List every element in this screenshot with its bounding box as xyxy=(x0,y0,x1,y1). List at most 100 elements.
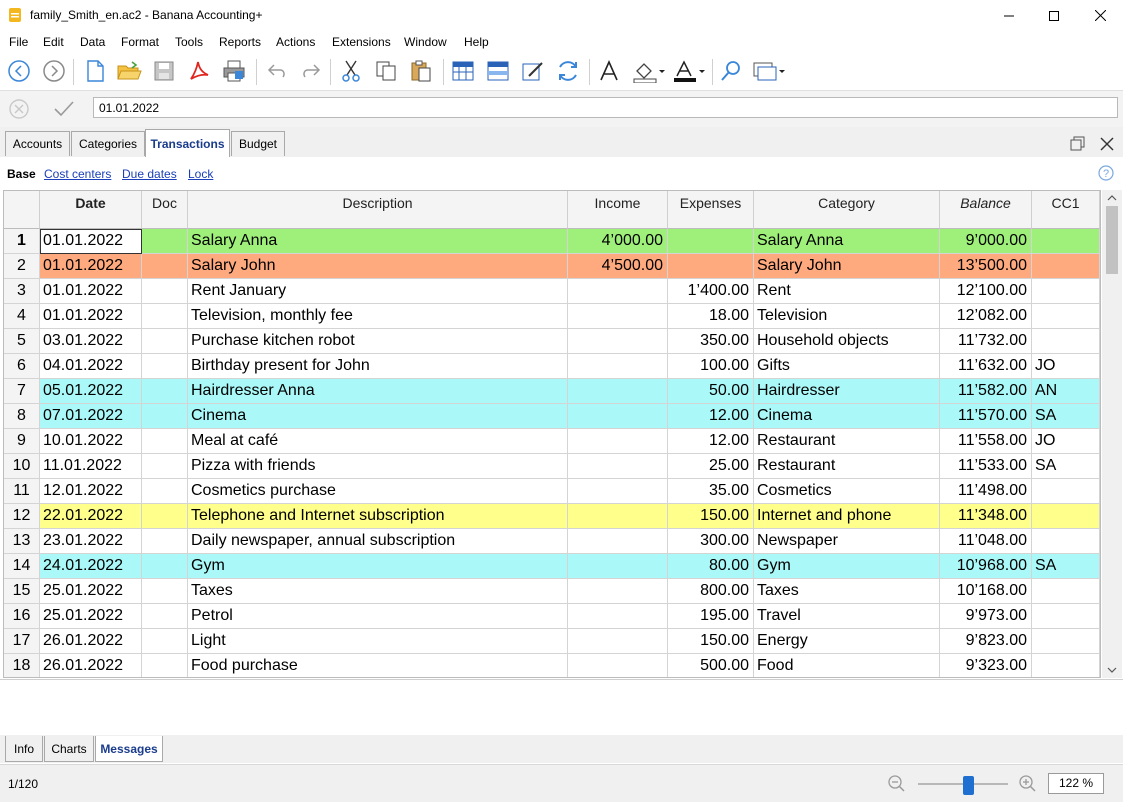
cell-cc1[interactable] xyxy=(1032,654,1100,677)
cell-cc1[interactable] xyxy=(1032,329,1100,354)
view-cost-centers[interactable]: Cost centers xyxy=(44,167,111,181)
cell-doc[interactable] xyxy=(142,454,188,479)
cell-expenses[interactable] xyxy=(668,254,754,279)
cell-balance[interactable]: 11’582.00 xyxy=(940,379,1032,404)
table-row[interactable]: 14 24.01.2022 Gym 80.00 Gym 10’968.00 SA xyxy=(4,554,1100,579)
table-row[interactable]: 5 03.01.2022 Purchase kitchen robot 350.00 H… xyxy=(4,329,1100,354)
maximize-button[interactable] xyxy=(1031,0,1077,31)
cell-expenses[interactable]: 150.00 xyxy=(668,629,754,654)
confirm-edit-button[interactable] xyxy=(52,98,76,120)
cell-doc[interactable] xyxy=(142,529,188,554)
cell-balance[interactable]: 10’168.00 xyxy=(940,579,1032,604)
cell-balance[interactable]: 9’823.00 xyxy=(940,629,1032,654)
table-row[interactable]: 7 05.01.2022 Hairdresser Anna 50.00 Hairdres… xyxy=(4,379,1100,404)
table-row[interactable]: 12 22.01.2022 Telephone and Internet subsc… xyxy=(4,504,1100,529)
tab-info[interactable]: Info xyxy=(5,736,43,762)
zoom-in-icon[interactable] xyxy=(1017,773,1037,793)
cell-balance[interactable]: 9’000.00 xyxy=(940,229,1032,254)
cell-balance[interactable]: 12’100.00 xyxy=(940,279,1032,304)
menu-file[interactable]: File xyxy=(9,35,28,49)
table-row[interactable]: 4 01.01.2022 Television, monthly fee 18.00 T… xyxy=(4,304,1100,329)
cell-description[interactable]: Purchase kitchen robot xyxy=(188,329,568,354)
tab-messages[interactable]: Messages xyxy=(95,736,163,762)
recalculate-icon[interactable] xyxy=(554,57,582,85)
cell-balance[interactable]: 11’558.00 xyxy=(940,429,1032,454)
cell-income[interactable] xyxy=(568,279,668,304)
cell-income[interactable] xyxy=(568,379,668,404)
cell-income[interactable]: 4’500.00 xyxy=(568,254,668,279)
cell-income[interactable] xyxy=(568,354,668,379)
table-row[interactable]: 1 01.01.2022 Salary Anna 4’000.00 Salary Ann… xyxy=(4,229,1100,254)
cell-income[interactable] xyxy=(568,454,668,479)
cell-expenses[interactable]: 18.00 xyxy=(668,304,754,329)
open-folder-icon[interactable] xyxy=(115,57,143,85)
cell-cc1[interactable]: AN xyxy=(1032,379,1100,404)
cell-date[interactable]: 11.01.2022 xyxy=(40,454,142,479)
delete-row-icon[interactable] xyxy=(484,57,512,85)
cell-doc[interactable] xyxy=(142,629,188,654)
cell-doc[interactable] xyxy=(142,479,188,504)
cell-income[interactable] xyxy=(568,654,668,677)
cell-doc[interactable] xyxy=(142,504,188,529)
back-icon[interactable] xyxy=(5,57,33,85)
cell-expenses[interactable]: 500.00 xyxy=(668,654,754,677)
cell-category[interactable]: Gym xyxy=(754,554,940,579)
cell-income[interactable] xyxy=(568,579,668,604)
cell-cc1[interactable] xyxy=(1032,279,1100,304)
cell-expenses[interactable]: 1’400.00 xyxy=(668,279,754,304)
menu-edit[interactable]: Edit xyxy=(43,35,64,49)
close-panel-button[interactable] xyxy=(1099,136,1115,152)
cell-category[interactable]: Rent xyxy=(754,279,940,304)
find-icon[interactable] xyxy=(717,57,745,85)
cell-description[interactable]: Food purchase xyxy=(188,654,568,677)
cell-category[interactable]: Newspaper xyxy=(754,529,940,554)
menu-help[interactable]: Help xyxy=(464,35,489,49)
restore-panel-button[interactable] xyxy=(1070,136,1086,152)
insert-row-icon[interactable] xyxy=(449,57,477,85)
menu-data[interactable]: Data xyxy=(80,35,105,49)
cell-income[interactable] xyxy=(568,504,668,529)
cell-doc[interactable] xyxy=(142,329,188,354)
cell-cc1[interactable] xyxy=(1032,529,1100,554)
help-button[interactable]: ? xyxy=(1098,165,1114,181)
tab-budget[interactable]: Budget xyxy=(231,131,285,156)
cell-category[interactable]: Internet and phone xyxy=(754,504,940,529)
cell-description[interactable]: Taxes xyxy=(188,579,568,604)
menu-format[interactable]: Format xyxy=(121,35,159,49)
fill-color-icon[interactable] xyxy=(630,57,668,85)
column-header-description[interactable]: Description xyxy=(188,191,568,229)
table-row[interactable]: 10 11.01.2022 Pizza with friends 25.00 Resta… xyxy=(4,454,1100,479)
cell-income[interactable] xyxy=(568,429,668,454)
cell-date[interactable]: 01.01.2022 xyxy=(40,304,142,329)
cell-cc1[interactable] xyxy=(1032,579,1100,604)
forward-icon[interactable] xyxy=(40,57,68,85)
column-header-balance[interactable]: Balance xyxy=(940,191,1032,229)
print-icon[interactable] xyxy=(220,57,248,85)
copy-icon[interactable] xyxy=(372,57,400,85)
cell-expenses[interactable]: 195.00 xyxy=(668,604,754,629)
cell-balance[interactable]: 9’323.00 xyxy=(940,654,1032,677)
cell-balance[interactable]: 11’348.00 xyxy=(940,504,1032,529)
zoom-slider-thumb[interactable] xyxy=(962,776,974,795)
column-header-income[interactable]: Income xyxy=(568,191,668,229)
close-button[interactable] xyxy=(1077,0,1123,31)
cell-expenses[interactable]: 12.00 xyxy=(668,429,754,454)
table-row[interactable]: 13 23.01.2022 Daily newspaper, annual subs… xyxy=(4,529,1100,554)
cell-cc1[interactable]: SA xyxy=(1032,404,1100,429)
cell-expenses[interactable]: 25.00 xyxy=(668,454,754,479)
view-due-dates[interactable]: Due dates xyxy=(122,167,177,181)
cell-expenses[interactable]: 150.00 xyxy=(668,504,754,529)
cell-balance[interactable]: 13’500.00 xyxy=(940,254,1032,279)
cell-income[interactable] xyxy=(568,329,668,354)
cell-description[interactable]: Birthday present for John xyxy=(188,354,568,379)
minimize-button[interactable] xyxy=(986,0,1032,31)
cell-doc[interactable] xyxy=(142,304,188,329)
cell-income[interactable]: 4’000.00 xyxy=(568,229,668,254)
cell-category[interactable]: Travel xyxy=(754,604,940,629)
table-row[interactable]: 11 12.01.2022 Cosmetics purchase 35.00 Cosme… xyxy=(4,479,1100,504)
cell-category[interactable]: Taxes xyxy=(754,579,940,604)
font-icon[interactable] xyxy=(595,57,623,85)
view-lock[interactable]: Lock xyxy=(188,167,213,181)
cell-doc[interactable] xyxy=(142,404,188,429)
scroll-down-icon[interactable] xyxy=(1107,666,1117,674)
